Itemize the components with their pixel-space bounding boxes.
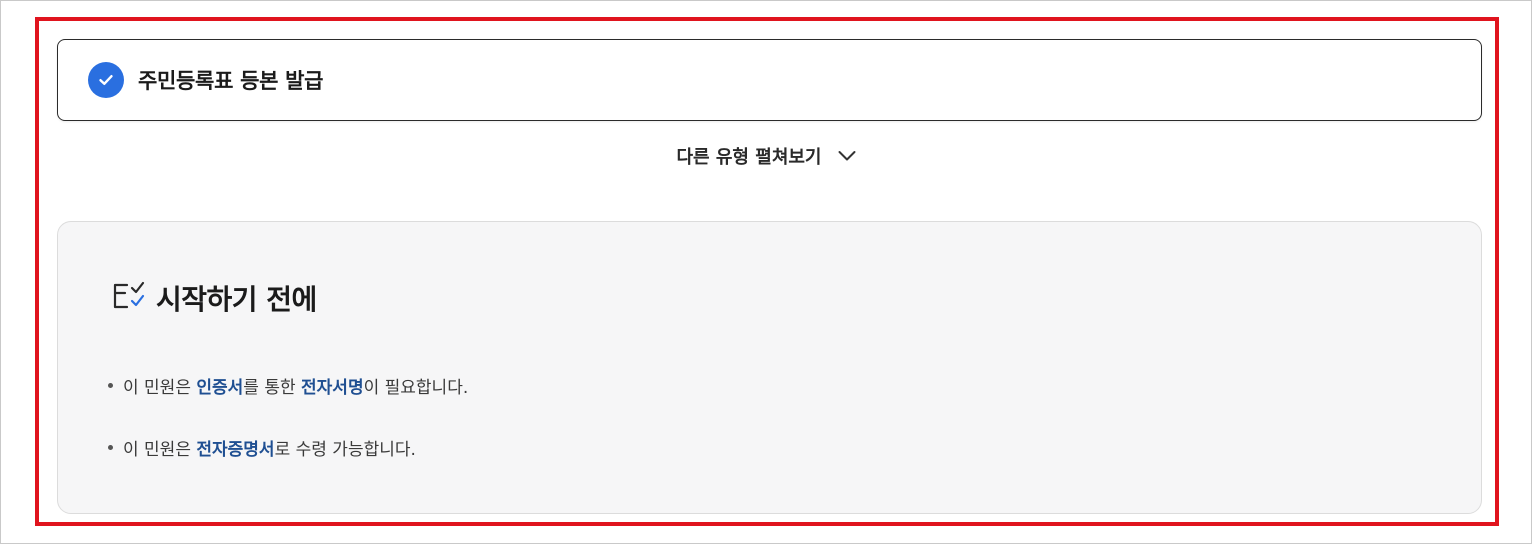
- annotation-highlight-box: [35, 17, 1499, 526]
